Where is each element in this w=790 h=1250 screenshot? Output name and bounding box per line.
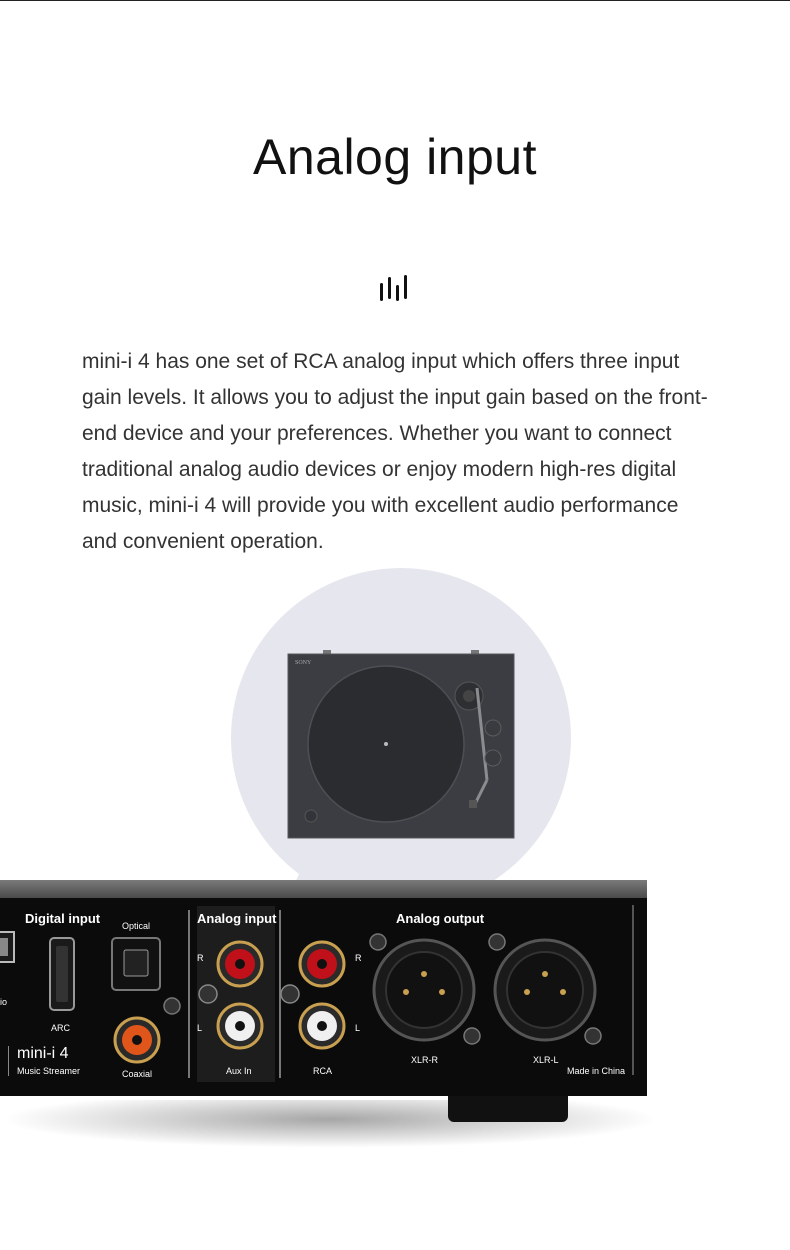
turntable-bubble: SONY bbox=[231, 568, 571, 908]
rca-label: RCA bbox=[313, 1066, 333, 1076]
top-divider bbox=[0, 0, 790, 1]
page-title: Analog input bbox=[252, 129, 537, 185]
turntable-image: SONY bbox=[287, 650, 515, 839]
aux-r-label: R bbox=[197, 953, 204, 963]
turntable-brand: SONY bbox=[295, 660, 312, 666]
rca-l-label: L bbox=[355, 1023, 361, 1033]
arc-label: ARC bbox=[51, 1023, 71, 1033]
xlr-l-label: XLR-L bbox=[533, 1055, 559, 1065]
model-name: mini-i 4 bbox=[17, 1045, 69, 1062]
description-text: mini-i 4 has one set of RCA analog input… bbox=[82, 350, 708, 553]
xlr-r-label: XLR-R bbox=[411, 1055, 439, 1065]
partial-label: io bbox=[0, 997, 8, 1007]
analog-input-label: Analog input bbox=[197, 911, 277, 926]
equalizer-bars-icon bbox=[380, 275, 407, 301]
made-in-label: Made in China bbox=[567, 1066, 626, 1076]
aux-l-label: L bbox=[197, 1023, 203, 1033]
aux-in-label: Aux In bbox=[226, 1066, 252, 1076]
analog-output-label: Analog output bbox=[396, 911, 485, 926]
digital-input-label: Digital input bbox=[25, 911, 101, 926]
model-subtitle: Music Streamer bbox=[17, 1066, 81, 1076]
rca-r-label: R bbox=[355, 953, 362, 963]
coaxial-label: Coaxial bbox=[122, 1069, 153, 1079]
optical-label: Optical bbox=[122, 921, 151, 931]
device-foot bbox=[448, 1094, 568, 1122]
